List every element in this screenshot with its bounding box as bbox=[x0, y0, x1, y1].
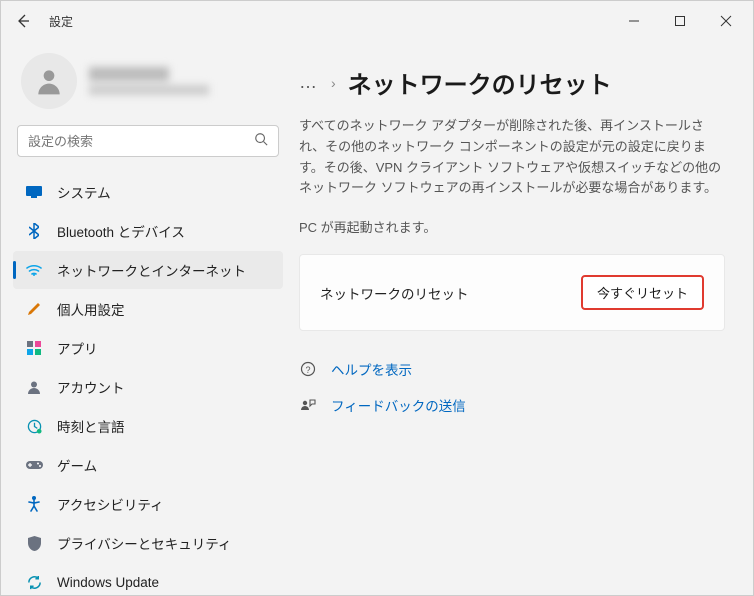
breadcrumb: … › ネットワークのリセット bbox=[299, 65, 725, 100]
sidebar-item-update[interactable]: Windows Update bbox=[13, 563, 283, 595]
sidebar-item-account[interactable]: アカウント bbox=[13, 368, 283, 406]
sidebar-item-label: Windows Update bbox=[57, 575, 159, 590]
sidebar-item-time[interactable]: 時刻と言語 bbox=[13, 407, 283, 445]
wifi-icon bbox=[25, 261, 43, 279]
person-icon bbox=[33, 65, 65, 97]
minimize-button[interactable] bbox=[611, 5, 657, 37]
privacy-icon bbox=[25, 534, 43, 552]
help-link[interactable]: ヘルプを表示 bbox=[331, 359, 412, 379]
search-box[interactable] bbox=[17, 125, 279, 157]
sidebar-item-privacy[interactable]: プライバシーとセキュリティ bbox=[13, 524, 283, 562]
page-title: ネットワークのリセット bbox=[348, 65, 612, 100]
sidebar: システム Bluetooth とデバイスネットワークとインターネット個人用設定アプ… bbox=[1, 41, 291, 595]
nav-list: システム Bluetooth とデバイスネットワークとインターネット個人用設定アプ… bbox=[13, 173, 291, 595]
card-label: ネットワークのリセット bbox=[320, 283, 469, 303]
profile-name-redacted bbox=[89, 67, 209, 95]
restart-note: PC が再起動されます。 bbox=[299, 217, 725, 236]
search-input[interactable] bbox=[28, 134, 254, 149]
game-icon bbox=[25, 456, 43, 474]
account-icon bbox=[25, 378, 43, 396]
sidebar-item-system[interactable]: システム bbox=[13, 173, 283, 211]
sidebar-item-label: ネットワークとインターネット bbox=[57, 260, 246, 280]
sidebar-item-bluetooth[interactable]: Bluetooth とデバイス bbox=[13, 212, 283, 250]
maximize-button[interactable] bbox=[657, 5, 703, 37]
back-button[interactable] bbox=[5, 3, 41, 39]
apps-icon bbox=[25, 339, 43, 357]
breadcrumb-more[interactable]: … bbox=[299, 72, 319, 93]
sidebar-item-brush[interactable]: 個人用設定 bbox=[13, 290, 283, 328]
sidebar-item-label: 時刻と言語 bbox=[57, 416, 125, 436]
main-content: … › ネットワークのリセット すべてのネットワーク アダプターが削除された後、… bbox=[291, 41, 753, 595]
feedback-link[interactable]: フィードバックの送信 bbox=[331, 395, 466, 415]
sidebar-item-accessibility[interactable]: アクセシビリティ bbox=[13, 485, 283, 523]
sidebar-item-label: アクセシビリティ bbox=[57, 494, 164, 514]
window-controls bbox=[611, 5, 749, 37]
back-arrow-icon bbox=[15, 13, 31, 29]
feedback-icon bbox=[299, 396, 317, 414]
brush-icon bbox=[25, 300, 43, 318]
update-icon bbox=[25, 573, 43, 591]
profile-section[interactable] bbox=[13, 49, 291, 125]
sidebar-item-label: ゲーム bbox=[57, 455, 97, 475]
reset-now-button[interactable]: 今すぐリセット bbox=[581, 275, 704, 310]
window-title: 設定 bbox=[49, 13, 73, 30]
sidebar-item-game[interactable]: ゲーム bbox=[13, 446, 283, 484]
accessibility-icon bbox=[25, 495, 43, 513]
sidebar-item-apps[interactable]: アプリ bbox=[13, 329, 283, 367]
bluetooth-icon bbox=[25, 222, 43, 240]
reset-card: ネットワークのリセット 今すぐリセット bbox=[299, 254, 725, 331]
sidebar-item-label: アカウント bbox=[57, 377, 125, 397]
feedback-link-row[interactable]: フィードバックの送信 bbox=[299, 395, 725, 415]
sidebar-item-wifi[interactable]: ネットワークとインターネット bbox=[13, 251, 283, 289]
sidebar-item-label: 個人用設定 bbox=[57, 299, 125, 319]
titlebar: 設定 bbox=[1, 1, 753, 41]
help-link-row[interactable]: ? ヘルプを表示 bbox=[299, 359, 725, 379]
time-icon bbox=[25, 417, 43, 435]
avatar bbox=[21, 53, 77, 109]
close-button[interactable] bbox=[703, 5, 749, 37]
sidebar-item-label: Bluetooth とデバイス bbox=[57, 221, 185, 241]
help-icon: ? bbox=[299, 360, 317, 378]
sidebar-item-label: プライバシーとセキュリティ bbox=[57, 533, 231, 553]
search-icon bbox=[254, 132, 268, 151]
chevron-right-icon: › bbox=[331, 75, 336, 91]
svg-text:?: ? bbox=[305, 365, 310, 375]
description-text: すべてのネットワーク アダプターが削除された後、再インストールされ、その他のネッ… bbox=[299, 116, 725, 199]
sidebar-item-label: アプリ bbox=[57, 338, 98, 358]
sidebar-item-label: システム bbox=[57, 182, 111, 202]
system-icon bbox=[25, 183, 43, 201]
